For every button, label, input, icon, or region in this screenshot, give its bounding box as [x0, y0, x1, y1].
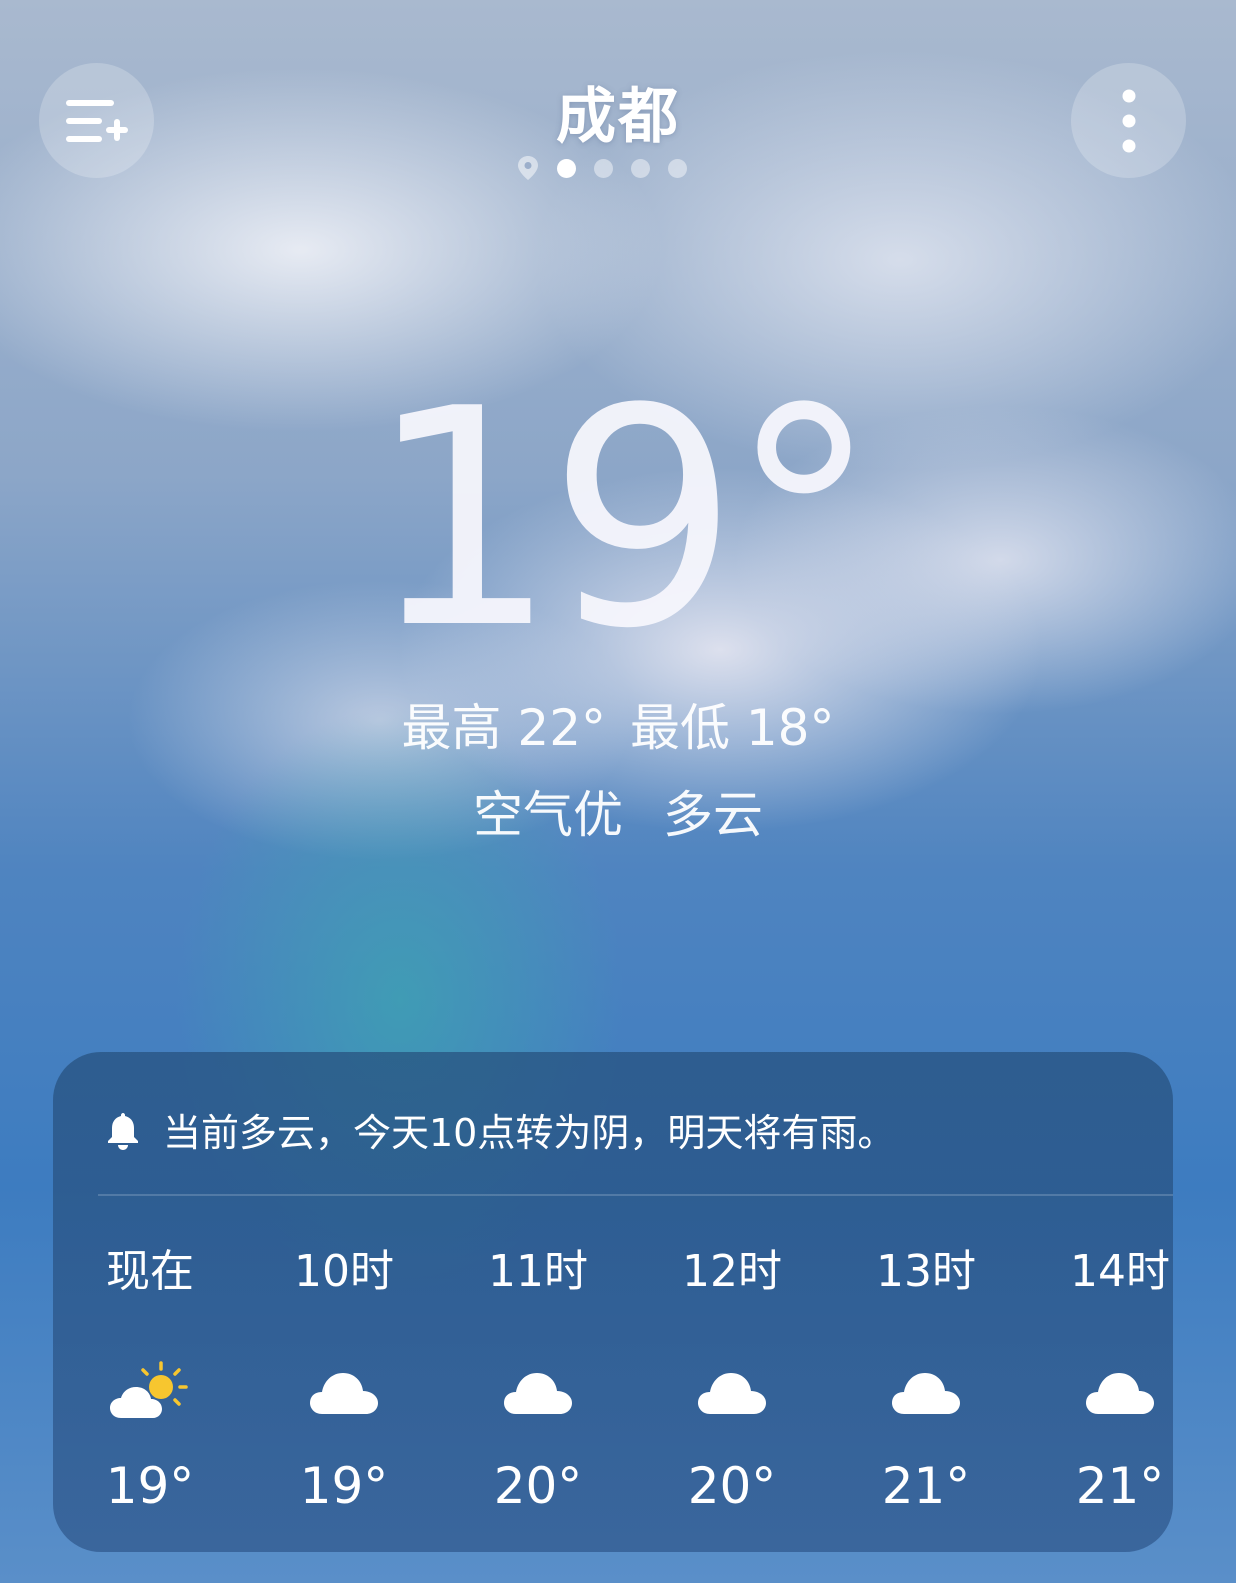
hour-temperature: 20°: [493, 1457, 583, 1515]
bell-icon: [108, 1112, 138, 1150]
cloud-icon: [310, 1373, 378, 1414]
divider: [98, 1194, 1173, 1196]
cloud-icon: [892, 1373, 960, 1414]
partly-sunny-icon: [110, 1361, 188, 1418]
pager-dot[interactable]: [668, 158, 687, 178]
low-temperature: 最低 18°: [629, 699, 835, 757]
hour-item: 14时 21°: [1023, 1242, 1173, 1516]
hour-temperature: 21°: [881, 1457, 971, 1515]
hour-item: 11时 20°: [441, 1242, 635, 1516]
pager-dot[interactable]: [594, 158, 613, 178]
hour-temperature: 19°: [299, 1457, 389, 1515]
hourly-list[interactable]: 现在 19° 10时 19° 11时 20° 12时 20° 13时 21° 1…: [53, 1242, 1173, 1522]
more-vertical-icon: [1122, 89, 1135, 152]
location-pin-icon: [518, 156, 538, 180]
high-temperature: 最高 22°: [401, 699, 607, 757]
pager-dot[interactable]: [631, 158, 650, 178]
hour-item: 10时 19°: [247, 1242, 441, 1516]
hour-temperature: 20°: [687, 1457, 777, 1515]
city-pager[interactable]: [517, 155, 687, 181]
high-low-temperature: 最高 22° 最低 18°: [0, 688, 1236, 760]
hour-label: 现在: [106, 1246, 194, 1297]
more-options-button[interactable]: [1071, 63, 1186, 178]
weather-condition: 多云: [662, 786, 763, 844]
hour-label: 13时: [876, 1246, 976, 1297]
cloud-icon: [698, 1373, 766, 1414]
cloud-icon: [504, 1373, 572, 1414]
hour-item: 13时 21°: [829, 1242, 1023, 1516]
hour-label: 14时: [1070, 1246, 1170, 1297]
cloud-icon: [1086, 1373, 1154, 1414]
current-temperature: 19°: [367, 345, 879, 694]
weather-alert[interactable]: 当前多云，今天10点转为阴，明天将有雨。: [103, 1102, 895, 1157]
hour-label: 10时: [294, 1246, 394, 1297]
hour-temperature: 21°: [1075, 1457, 1165, 1515]
hourly-forecast-card[interactable]: 当前多云，今天10点转为阴，明天将有雨。 现在 19° 10时 19° 11时 …: [53, 1052, 1173, 1552]
hour-item: 12时 20°: [635, 1242, 829, 1516]
alert-text: 当前多云，今天10点转为阴，明天将有雨。: [163, 1111, 896, 1155]
city-title: 成都: [556, 82, 680, 152]
weather-summary[interactable]: 空气优 多云: [0, 775, 1236, 847]
hour-item: 现在 19°: [53, 1242, 247, 1516]
hour-temperature: 19°: [105, 1457, 195, 1515]
hour-label: 11时: [488, 1246, 588, 1297]
pager-dot[interactable]: [557, 158, 576, 178]
hour-label: 12时: [682, 1246, 782, 1297]
air-quality[interactable]: 空气优: [473, 786, 623, 844]
